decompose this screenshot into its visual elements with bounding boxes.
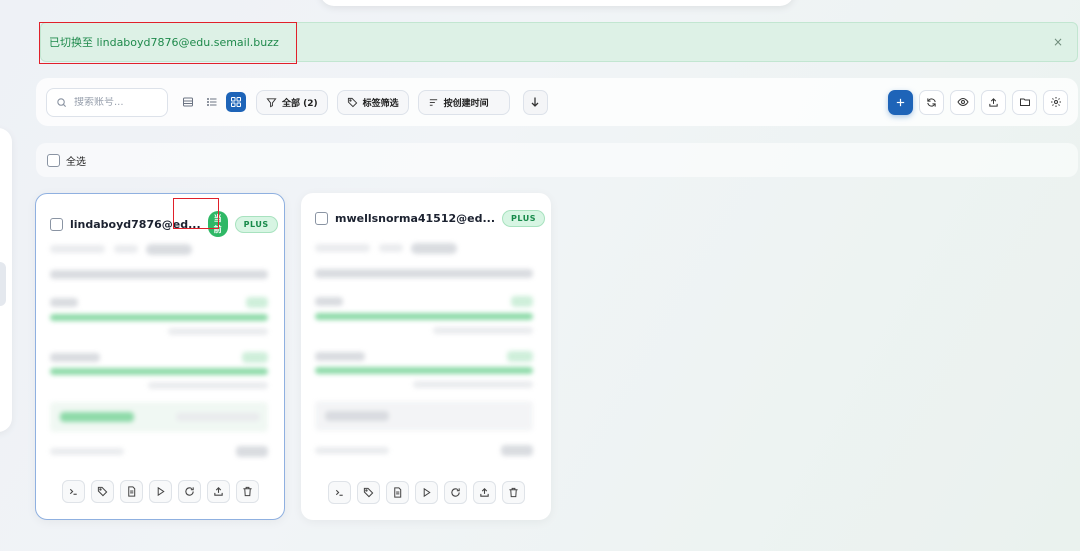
refresh-icon (927, 97, 936, 107)
tag-filter-label: 标签筛选 (362, 98, 399, 109)
export-account-button[interactable] (472, 481, 496, 504)
search-box[interactable] (46, 87, 168, 117)
play-icon (157, 486, 165, 497)
details-button[interactable] (385, 481, 409, 504)
switch-toast: 已切换至 lindaboyd7876@edu.semail.buzz × (40, 22, 1078, 62)
filter-icon (266, 97, 277, 107)
launch-button[interactable] (414, 481, 438, 504)
toggle-visibility-button[interactable] (950, 89, 975, 115)
tag-button[interactable] (90, 480, 114, 503)
eye-icon (956, 97, 969, 107)
tag-icon (347, 97, 357, 107)
select-all-label: 全选 (66, 156, 86, 168)
close-icon[interactable]: × (1053, 35, 1063, 49)
refresh-account-button[interactable] (443, 481, 467, 504)
terminal-icon (69, 488, 77, 495)
tag-filter-button[interactable]: 标签筛选 (336, 89, 409, 115)
play-icon (423, 487, 431, 498)
sort-direction-button[interactable] (522, 89, 548, 115)
account-checkbox[interactable] (50, 217, 63, 231)
plan-badge: PLUS (502, 210, 545, 227)
plan-badge: PLUS (234, 215, 278, 233)
table-view-icon (183, 97, 193, 107)
document-icon (393, 487, 401, 498)
toolbar-actions (888, 89, 1068, 115)
top-popup-edge (320, 0, 794, 6)
settings-button[interactable] (1043, 89, 1068, 115)
card-actions (301, 481, 551, 504)
select-all-bar: 全选 (36, 143, 1078, 177)
blurred-account-details (315, 241, 537, 461)
document-icon (127, 486, 135, 497)
list-view-icon (207, 98, 217, 106)
refresh-account-button[interactable] (177, 480, 201, 503)
view-table-button[interactable] (178, 92, 198, 112)
sort-label: 按创建时间 (443, 98, 489, 109)
filter-all-button[interactable]: 全部 (2) (256, 89, 328, 115)
terminal-button[interactable] (327, 481, 351, 504)
search-icon (57, 97, 67, 107)
side-panel-handle[interactable] (0, 262, 6, 306)
launch-button[interactable] (148, 480, 172, 503)
blurred-account-details (50, 242, 270, 462)
select-all-checkbox[interactable] (47, 153, 60, 167)
toast-message: 已切换至 lindaboyd7876@edu.semail.buzz (49, 36, 279, 49)
view-grid-button[interactable] (226, 92, 246, 112)
account-card[interactable]: lindaboyd7876@ed... 当前 PLUS (35, 193, 285, 520)
refresh-button[interactable] (919, 89, 944, 115)
terminal-icon (335, 489, 343, 496)
refresh-icon (450, 488, 460, 497)
gear-icon (1050, 97, 1061, 107)
arrow-down-icon (531, 97, 539, 107)
tag-icon (97, 486, 107, 497)
folder-icon (1019, 98, 1030, 106)
terminal-button[interactable] (61, 480, 85, 503)
card-actions (36, 480, 284, 503)
account-email: lindaboyd7876@ed... (70, 217, 201, 231)
account-card[interactable]: mwellsnorma41512@ed... PLUS (301, 193, 551, 520)
refresh-icon (184, 487, 194, 496)
sort-icon (429, 98, 437, 106)
delete-button[interactable] (235, 480, 259, 503)
details-button[interactable] (119, 480, 143, 503)
account-card-header: mwellsnorma41512@ed... PLUS (315, 210, 545, 227)
upload-icon (989, 97, 998, 107)
account-email: mwellsnorma41512@ed... (335, 212, 496, 225)
trash-icon (508, 487, 518, 498)
delete-button[interactable] (501, 481, 525, 504)
import-folder-button[interactable] (1012, 89, 1037, 115)
account-card-header: lindaboyd7876@ed... 当前 PLUS (50, 211, 278, 237)
account-checkbox[interactable] (315, 212, 328, 225)
add-account-button[interactable] (888, 89, 913, 115)
trash-icon (242, 486, 252, 497)
view-list-button[interactable] (202, 92, 222, 112)
export-button[interactable] (981, 89, 1006, 115)
search-input[interactable] (74, 96, 156, 108)
plus-icon (896, 98, 905, 106)
sort-select[interactable]: 按创建时间 (417, 89, 510, 115)
upload-icon (479, 488, 489, 497)
export-account-button[interactable] (206, 480, 230, 503)
view-toggle-group (178, 92, 246, 112)
tag-button[interactable] (356, 481, 380, 504)
upload-icon (213, 487, 223, 496)
filter-all-label: 全部 (2) (282, 98, 318, 109)
current-badge: 当前 (207, 211, 228, 237)
grid-view-icon (231, 97, 241, 107)
toolbar: 全部 (2) 标签筛选 按创建时间 (36, 78, 1078, 126)
tag-icon (363, 487, 373, 498)
